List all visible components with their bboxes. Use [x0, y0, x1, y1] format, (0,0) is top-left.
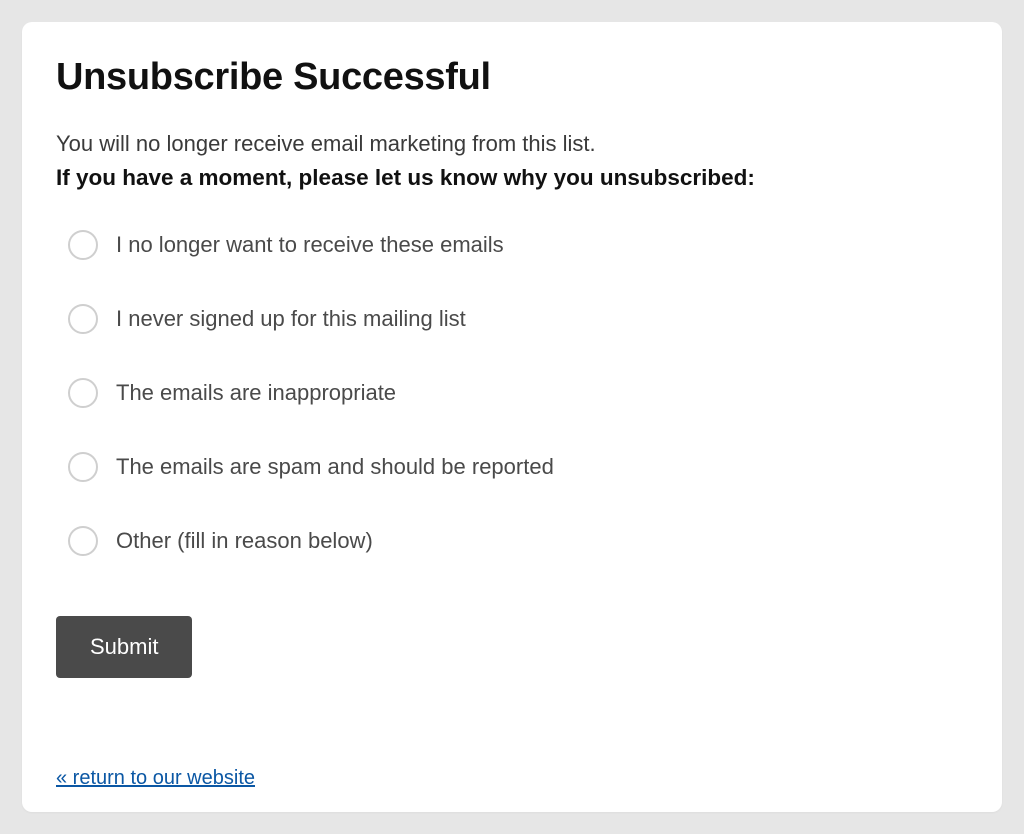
confirmation-text: You will no longer receive email marketi…	[56, 127, 968, 160]
submit-button[interactable]: Submit	[56, 616, 192, 678]
radio-icon	[68, 526, 98, 556]
radio-icon	[68, 378, 98, 408]
reason-option-label: I never signed up for this mailing list	[116, 306, 466, 332]
feedback-prompt: If you have a moment, please let us know…	[56, 162, 968, 194]
reason-option-no-longer-want[interactable]: I no longer want to receive these emails	[68, 230, 968, 260]
reason-option-inappropriate[interactable]: The emails are inappropriate	[68, 378, 968, 408]
radio-icon	[68, 304, 98, 334]
radio-icon	[68, 452, 98, 482]
reason-options: I no longer want to receive these emails…	[56, 230, 968, 556]
return-to-website-link[interactable]: « return to our website	[56, 767, 255, 790]
page-title: Unsubscribe Successful	[56, 56, 968, 99]
reason-option-label: The emails are spam and should be report…	[116, 454, 554, 480]
reason-option-other[interactable]: Other (fill in reason below)	[68, 526, 968, 556]
reason-option-spam[interactable]: The emails are spam and should be report…	[68, 452, 968, 482]
reason-option-label: The emails are inappropriate	[116, 380, 396, 406]
reason-option-label: Other (fill in reason below)	[116, 528, 373, 554]
unsubscribe-card: Unsubscribe Successful You will no longe…	[22, 22, 1002, 812]
radio-icon	[68, 230, 98, 260]
reason-option-never-signed-up[interactable]: I never signed up for this mailing list	[68, 304, 968, 334]
reason-option-label: I no longer want to receive these emails	[116, 232, 504, 258]
